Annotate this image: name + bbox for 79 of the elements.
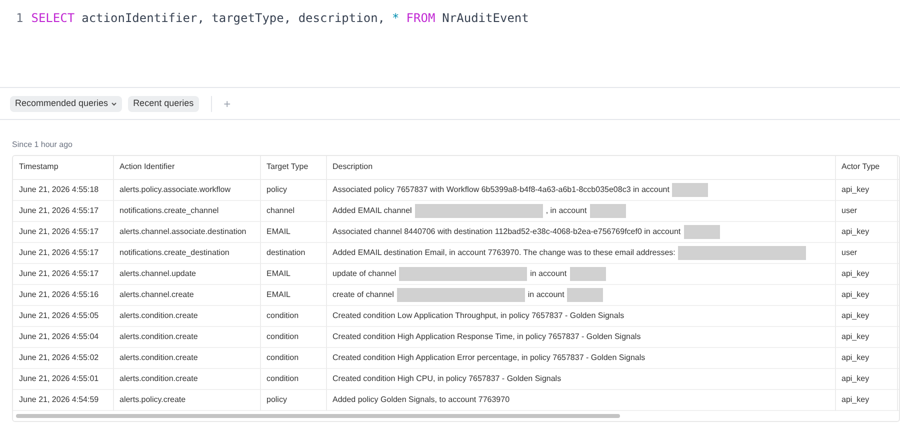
table-cell: condition — [260, 326, 326, 347]
table-cell: user — [835, 200, 897, 221]
table-cell: June 21, 2026 4:55:02 — [13, 347, 113, 368]
table-cell: June 21, 2026 4:55:17 — [13, 242, 113, 263]
column-header: Action Identifier — [113, 156, 260, 179]
column-header: Actor Type — [835, 156, 897, 179]
table-cell: policy — [260, 179, 326, 200]
table-cell: policy — [260, 389, 326, 410]
table-cell: condition — [260, 305, 326, 326]
description-text: create of channel — [332, 288, 394, 300]
table-cell: alerts.channel.update — [113, 263, 260, 284]
table-cell: alerts.channel.create — [113, 284, 260, 305]
table-cell: EMAIL — [260, 263, 326, 284]
table-cell: user — [835, 242, 897, 263]
table-cell: June 21, 2026 4:55:01 — [13, 368, 113, 389]
table-cell: alerts.channel.associate.destination — [113, 221, 260, 242]
column-header: Timestamp — [13, 156, 113, 179]
time-range-label: Since 1 hour ago — [12, 139, 74, 151]
query-button[interactable]: Recommended queries — [10, 96, 122, 112]
table-cell: api_key — [835, 305, 897, 326]
table-cell: alerts.condition.create — [113, 305, 260, 326]
description-text: Created condition High CPU, in policy 7657837 - Golden Signals — [332, 372, 562, 384]
query-token: * — [392, 10, 400, 27]
table-cell: alerts.condition.create — [113, 326, 260, 347]
description-text: Associated channel 8440706 with destination 112bad52-e38c-4068-b2ea-e756769fcef0 in account — [332, 226, 681, 238]
table-cell: notifications.create_channel — [113, 200, 260, 221]
table-cell: alerts.policy.associate.workflow — [113, 179, 260, 200]
table-cell: alerts.policy.create — [113, 389, 260, 410]
table-cell: api_key — [835, 368, 897, 389]
table-cell: June 21, 2026 4:55:17 — [13, 221, 113, 242]
table-cell: api_key — [835, 221, 897, 242]
redacted-block — [570, 266, 606, 280]
chevron-down-icon — [111, 102, 118, 106]
table-cell: June 21, 2026 4:55:18 — [13, 179, 113, 200]
table-cell: api_key — [835, 284, 897, 305]
table-cell: channel — [260, 200, 326, 221]
query-token: SELECT — [31, 10, 75, 27]
table-cell: EMAIL — [260, 284, 326, 305]
redacted-block — [684, 224, 720, 238]
description-text: in account — [528, 288, 564, 300]
description-text: Created condition High Application Response Time, in policy 7657837 - Golden Signals — [332, 330, 641, 342]
table-cell: condition — [260, 347, 326, 368]
description-text: update of channel — [332, 268, 396, 280]
table-cell: EMAIL — [260, 221, 326, 242]
column-header: Description — [326, 156, 835, 179]
description-text: in account — [530, 268, 567, 280]
description-text: , in account — [546, 204, 587, 216]
description-text: Created condition Low Application Throughput, in policy 7657837 - Golden Signals — [332, 310, 624, 322]
redacted-block — [672, 182, 708, 196]
table-cell: destination — [260, 242, 326, 263]
table-cell: June 21, 2026 4:55:04 — [13, 326, 113, 347]
table-cell: June 21, 2026 4:55:17 — [13, 200, 113, 221]
query-button[interactable]: Recent queries — [128, 96, 199, 112]
scrollbar-thumb[interactable] — [16, 414, 620, 418]
table-cell: api_key — [835, 389, 897, 410]
column-header: Target Type — [260, 156, 326, 179]
query-token: NrAuditEvent — [442, 10, 529, 27]
table-cell: alerts.condition.create — [113, 368, 260, 389]
table-cell: api_key — [835, 347, 897, 368]
table-cell: June 21, 2026 4:55:16 — [13, 284, 113, 305]
table-cell: June 21, 2026 4:55:05 — [13, 305, 113, 326]
redacted-block — [567, 288, 604, 302]
query-token: FROM — [406, 10, 436, 27]
table-cell: notifications.create_destination — [113, 242, 260, 263]
table-cell: api_key — [835, 326, 897, 347]
table-cell: condition — [260, 368, 326, 389]
description-text: Added EMAIL channel — [332, 204, 412, 216]
table-cell: June 21, 2026 4:54:59 — [13, 389, 113, 410]
table-cell: alerts.condition.create — [113, 347, 260, 368]
description-text: Associated policy 7657837 with Workflow 6b5399a8-b4f8-4a63-a6b1-8ccb035e08c3 in account — [332, 184, 670, 196]
redacted-block — [590, 204, 626, 218]
table-cell: api_key — [835, 263, 897, 284]
query-token: actionIdentifier, targetType, description, — [82, 10, 386, 27]
description-text: Created condition High Application Error percentage, in policy 7657837 - Golden Signals — [332, 352, 646, 364]
description-text: Added policy Golden Signals, to account 7763970 — [332, 394, 510, 406]
line-number: 1 — [16, 10, 24, 27]
table-cell: api_key — [835, 179, 897, 200]
table-cell: June 21, 2026 4:55:17 — [13, 263, 113, 284]
description-text: Added EMAIL destination Email, in account 7763970. The change was to these email addresses: — [332, 246, 676, 258]
